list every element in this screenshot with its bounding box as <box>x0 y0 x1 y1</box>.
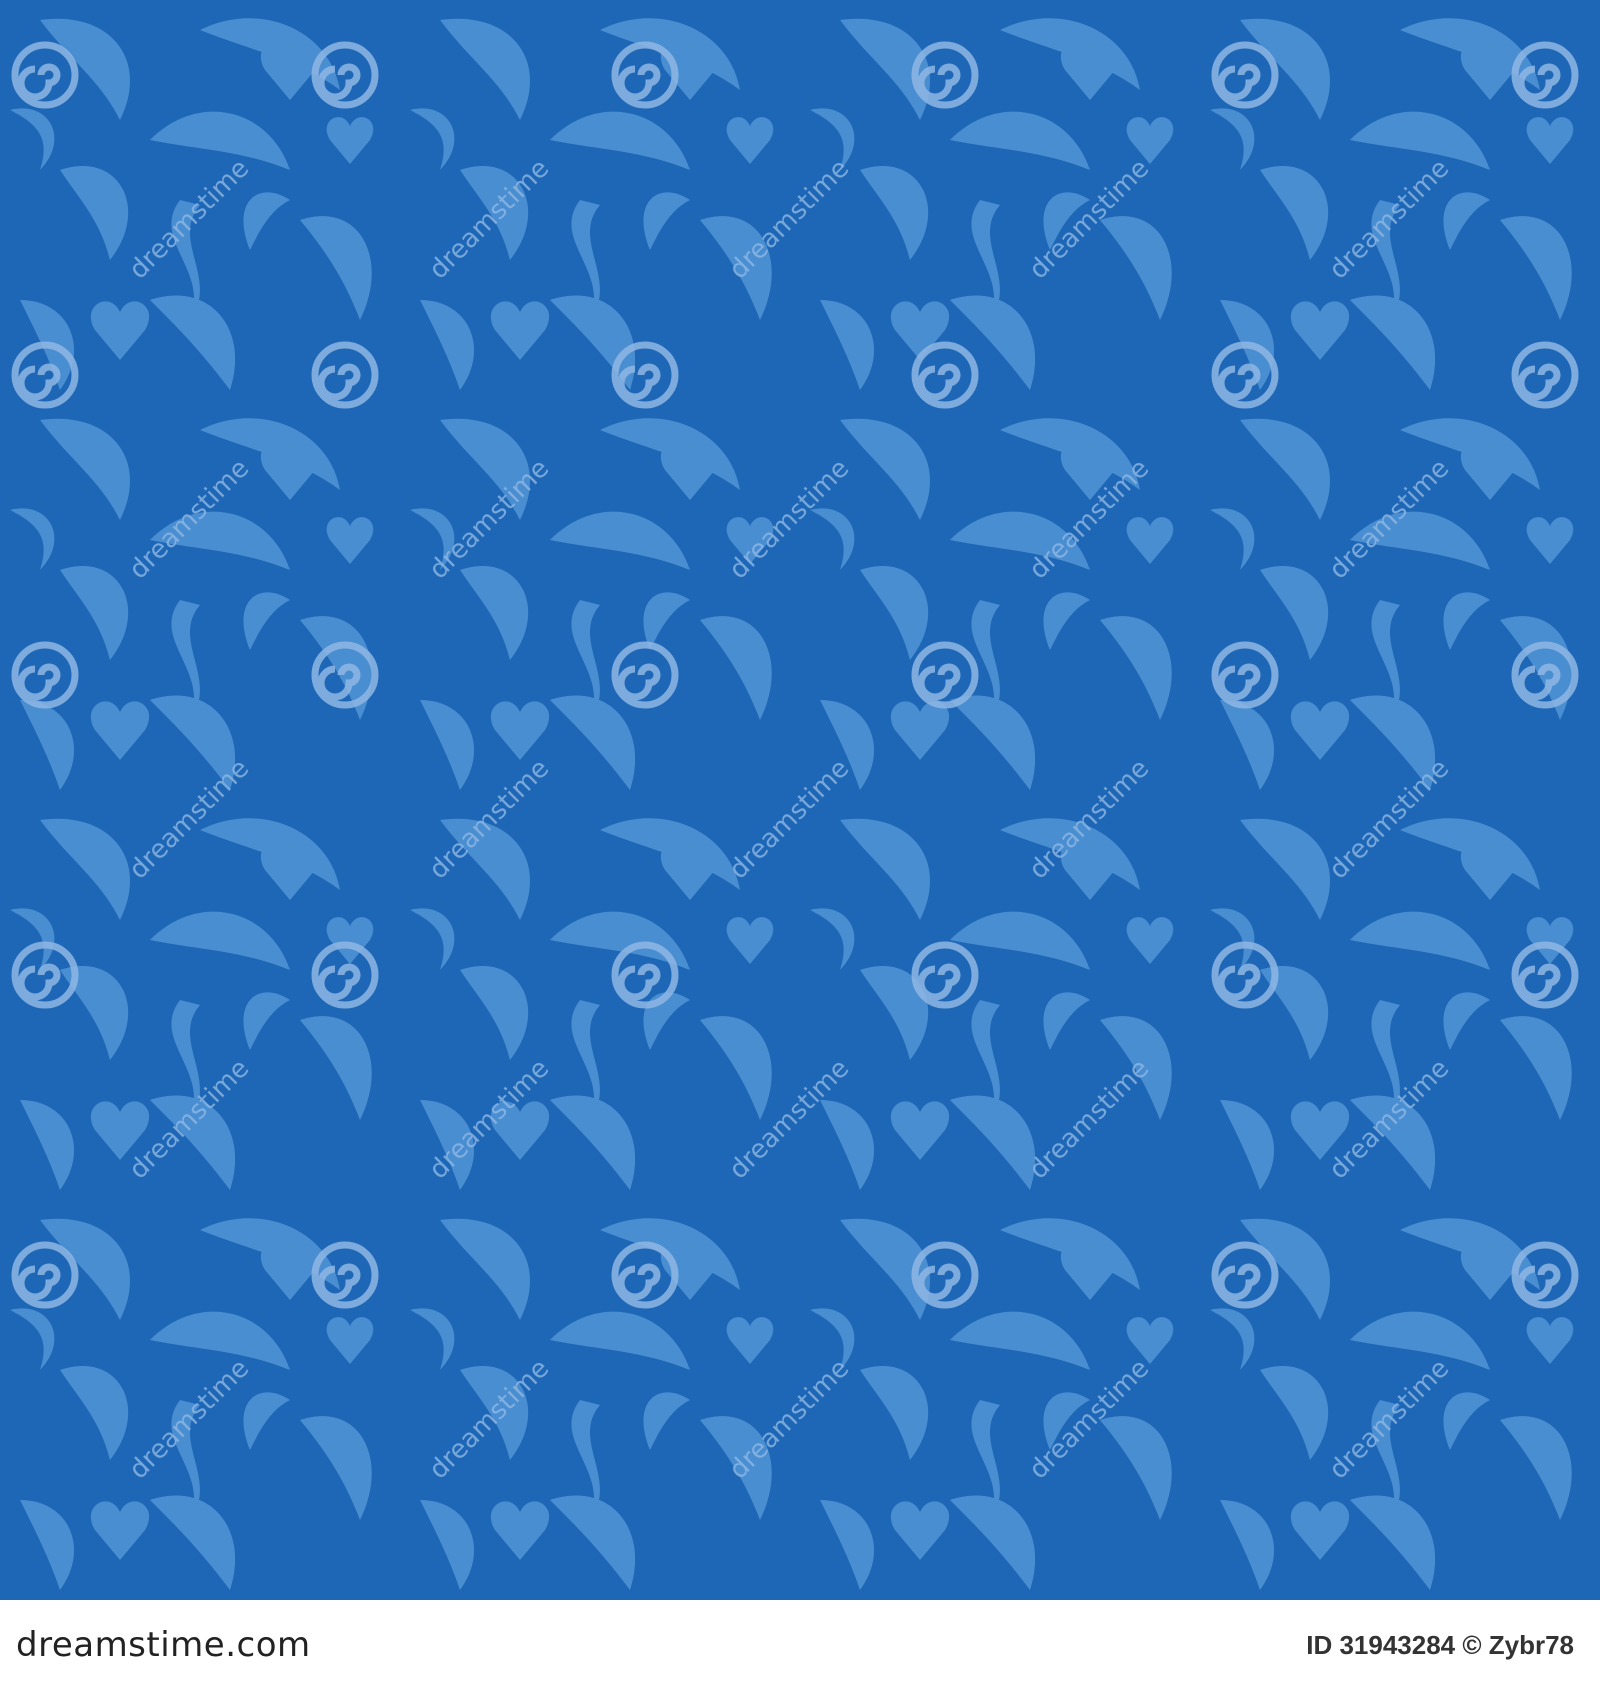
pattern-svg: dreamstime dreamstime dreamstime dreamstime… <box>0 0 1600 1600</box>
dreamstime-logo-text: dreamstime.com <box>16 1625 311 1665</box>
stock-image-page: dreamstime dreamstime dreamstime dreamstime… <box>0 0 1600 1690</box>
seamless-swirl-pattern: dreamstime dreamstime dreamstime dreamstime… <box>0 0 1600 1600</box>
footer-bar: dreamstime.com ID 31943284 © Zybr78 <box>0 1600 1600 1690</box>
image-id-credit: ID 31943284 © Zybr78 <box>1306 1629 1574 1660</box>
